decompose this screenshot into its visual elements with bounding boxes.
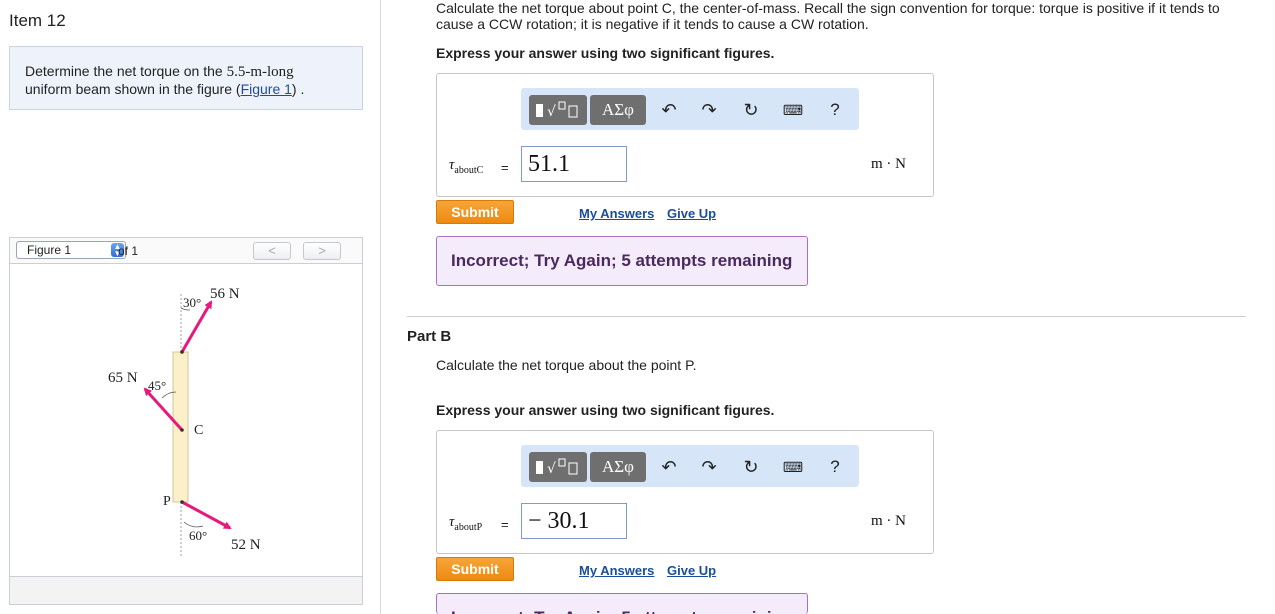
part-a-instructions: Calculate the net torque about point C, … <box>436 0 1220 32</box>
part-a-answer-box: √ ΑΣφ ↶ ↷ ↻ ⌨ ? τaboutC = 51.1 m · N <box>436 73 934 197</box>
undo-icon[interactable]: ↶ <box>657 455 681 479</box>
keyboard-icon[interactable]: ⌨ <box>781 455 805 479</box>
point-c <box>180 428 184 432</box>
part-b-submit-button[interactable]: Submit <box>436 557 514 581</box>
figure-link[interactable]: Figure 1 <box>241 81 292 97</box>
force-arrow-bottom <box>181 500 232 530</box>
templates-button[interactable]: √ <box>529 452 587 482</box>
part-b-answer-box: √ ΑΣφ ↶ ↷ ↻ ⌨ ? τaboutP = − 30.1 m · N <box>436 430 934 554</box>
angle-arc-bottom <box>183 521 204 528</box>
keyboard-icon[interactable]: ⌨ <box>781 98 805 122</box>
angle-label-bottom: 60° <box>189 528 207 543</box>
figure-select-value: Figure 1 <box>27 243 72 257</box>
part-b-instructions: Calculate the net torque about the point… <box>436 357 697 373</box>
part-a-feedback: Incorrect; Try Again; 5 attempts remaini… <box>436 236 808 286</box>
part-b-my-answers-link[interactable]: My Answers <box>579 563 654 578</box>
problem-statement: Determine the net torque on the 5.5-m-lo… <box>25 63 325 98</box>
figure-navigation-bar: Figure 1 ▲ ▼ of 1 < > <box>9 237 363 263</box>
angle-label-top: 30° <box>183 295 201 310</box>
problem-statement-box: Determine the net torque on the 5.5-m-lo… <box>9 46 363 110</box>
part-b-give-up-link[interactable]: Give Up <box>667 563 716 578</box>
next-figure-button[interactable]: > <box>303 242 341 260</box>
undo-icon[interactable]: ↶ <box>657 98 681 122</box>
part-b-var-subscript: aboutP <box>454 522 483 533</box>
angle-label-left: 45° <box>148 378 166 393</box>
problem-text-after: uniform beam shown in the figure ( <box>25 81 241 97</box>
svg-text:√: √ <box>547 104 556 120</box>
part-b-feedback: Incorrect; Try Again; 5 attempts remaini… <box>436 593 808 614</box>
part-b-answer-input[interactable]: − 30.1 <box>521 503 627 539</box>
part-a-equals: = <box>501 160 509 175</box>
figure-select[interactable]: Figure 1 ▲ ▼ <box>16 241 126 259</box>
part-a-answer-input[interactable]: 51.1 <box>521 146 627 182</box>
part-a-submit-button[interactable]: Submit <box>436 200 514 224</box>
help-icon[interactable]: ? <box>823 455 847 479</box>
part-a-express: Express your answer using two significan… <box>436 45 775 61</box>
beam-figure: 56 N 30° 65 N 45° C P 60° 52 N <box>108 286 261 556</box>
problem-text-end: ) . <box>291 81 305 97</box>
item-title: Item 12 <box>9 11 66 30</box>
part-a-my-answers-link[interactable]: My Answers <box>579 206 654 221</box>
reset-icon[interactable]: ↻ <box>739 455 763 479</box>
force-label-left: 65 N <box>108 370 138 386</box>
part-b-title: Part B <box>407 328 452 345</box>
part-a-equation-toolbar: √ ΑΣφ ↶ ↷ ↻ ⌨ ? <box>521 88 859 130</box>
force-label-bottom: 52 N <box>231 537 261 553</box>
beam-length: 5.5-m-long <box>226 64 294 80</box>
part-a-variable-label: τaboutC <box>449 157 483 176</box>
part-b-units: m · N <box>871 513 906 529</box>
problem-text-before: Determine the net torque on the <box>25 63 227 79</box>
left-panel: Item 12 Determine the net torque on the … <box>0 0 381 614</box>
redo-icon[interactable]: ↷ <box>697 455 721 479</box>
part-b-express: Express your answer using two significan… <box>436 402 775 418</box>
figure-footer <box>9 577 363 605</box>
part-a-give-up-link[interactable]: Give Up <box>667 206 716 221</box>
part-a-units: m · N <box>871 156 906 172</box>
greek-symbols-button[interactable]: ΑΣφ <box>590 95 646 125</box>
greek-symbols-button[interactable]: ΑΣφ <box>590 452 646 482</box>
point-p <box>180 500 184 504</box>
part-b-variable-label: τaboutP <box>449 514 482 533</box>
main-content: Calculate the net torque about point C, … <box>381 0 1275 614</box>
redo-icon[interactable]: ↷ <box>697 98 721 122</box>
figure-count: of 1 <box>118 244 139 258</box>
templates-icon: √ <box>536 458 578 477</box>
point-c-label: C <box>194 423 203 438</box>
prev-figure-button[interactable]: < <box>253 242 291 260</box>
part-a-var-subscript: aboutC <box>454 165 484 176</box>
part-b-equation-toolbar: √ ΑΣφ ↶ ↷ ↻ ⌨ ? <box>521 445 859 487</box>
templates-button[interactable]: √ <box>529 95 587 125</box>
part-b-equals: = <box>501 517 509 532</box>
reset-icon[interactable]: ↻ <box>739 98 763 122</box>
help-icon[interactable]: ? <box>823 98 847 122</box>
figure-area: 56 N 30° 65 N 45° C P 60° 52 N <box>9 263 363 577</box>
force-label-top: 56 N <box>210 286 240 302</box>
point-top <box>180 350 184 354</box>
point-p-label: P <box>163 494 171 509</box>
part-divider <box>407 316 1246 317</box>
svg-text:√: √ <box>547 461 556 477</box>
templates-icon: √ <box>536 101 578 120</box>
